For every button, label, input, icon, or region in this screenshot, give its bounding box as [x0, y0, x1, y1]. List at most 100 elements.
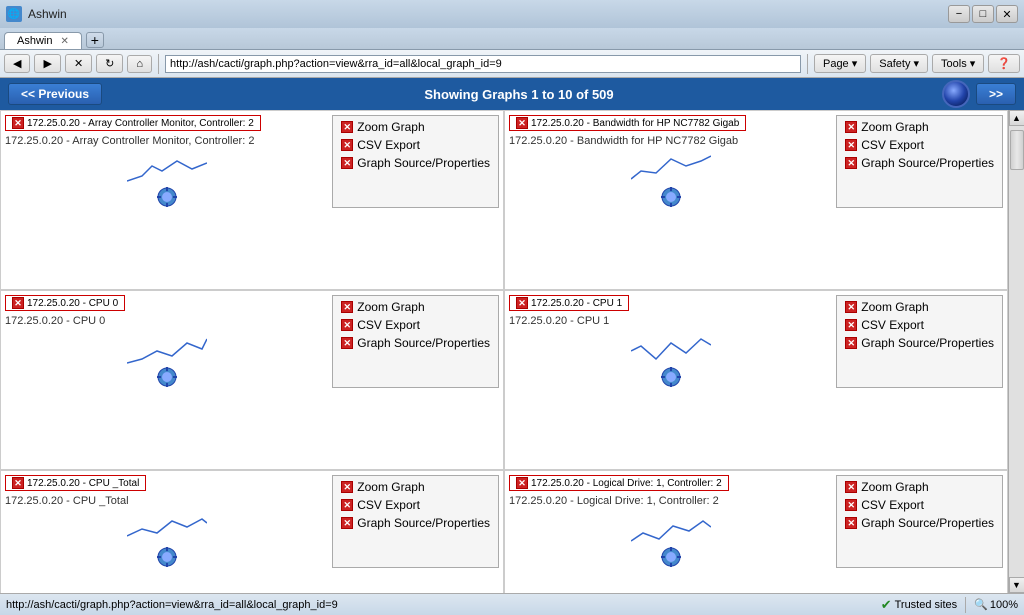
- graph-5-close[interactable]: ✕: [12, 477, 24, 489]
- scroll-down-button[interactable]: ▼: [1009, 577, 1024, 593]
- graph-5-label: 172.25.0.20 - CPU _Total: [5, 495, 328, 507]
- help-button[interactable]: ❓: [988, 54, 1020, 73]
- nav-bar: << Previous Showing Graphs 1 to 10 of 50…: [0, 78, 1024, 110]
- source-icon-1: ✕: [341, 157, 353, 169]
- graph-6-gear: [660, 546, 682, 568]
- graph-5-source[interactable]: ✕ Graph Source/Properties: [337, 514, 494, 532]
- prev-button[interactable]: << Previous: [8, 83, 102, 105]
- graph-1-title-row: ✕ 172.25.0.20 - Array Controller Monitor…: [5, 115, 328, 131]
- next-button[interactable]: >>: [976, 83, 1016, 105]
- status-separator: [965, 597, 966, 613]
- forward-button[interactable]: ▶: [34, 54, 60, 73]
- trusted-sites-label: Trusted sites: [895, 599, 958, 611]
- graph-cell-1: ✕ 172.25.0.20 - Array Controller Monitor…: [0, 110, 504, 290]
- csv-icon-4: ✕: [845, 319, 857, 331]
- toolbar-separator: [158, 54, 159, 74]
- graph-6-title-row: ✕ 172.25.0.20 - Logical Drive: 1, Contro…: [509, 475, 832, 491]
- graph-4-gear: [660, 366, 682, 388]
- source-icon-5: ✕: [341, 517, 353, 529]
- zoom-icon-4: ✕: [845, 301, 857, 313]
- scrollbar: ▲ ▼: [1008, 110, 1024, 593]
- graph-1-gear: [156, 186, 178, 208]
- graph-6-badge: ✕ 172.25.0.20 - Logical Drive: 1, Contro…: [509, 475, 729, 491]
- graph-2-badge: ✕ 172.25.0.20 - Bandwidth for HP NC7782 …: [509, 115, 746, 131]
- graph-6-csv[interactable]: ✕ CSV Export: [841, 496, 998, 514]
- graph-4-context-menu: ✕ Zoom Graph ✕ CSV Export ✕ Graph Source…: [836, 295, 1003, 388]
- graph-3-close[interactable]: ✕: [12, 297, 24, 309]
- window-controls: − □ ✕: [948, 5, 1018, 23]
- refresh-button[interactable]: ↻: [96, 54, 123, 73]
- close-button[interactable]: ✕: [996, 5, 1018, 23]
- graph-5-csv[interactable]: ✕ CSV Export: [337, 496, 494, 514]
- zoom-level: 🔍 100%: [974, 598, 1018, 611]
- graph-3-visual: [5, 331, 328, 388]
- graph-2-close[interactable]: ✕: [516, 117, 528, 129]
- graph-3-badge-label: 172.25.0.20 - CPU 0: [27, 298, 118, 309]
- active-tab[interactable]: Ashwin ✕: [4, 32, 82, 49]
- graph-1-close[interactable]: ✕: [12, 117, 24, 129]
- graph-4-source[interactable]: ✕ Graph Source/Properties: [841, 334, 998, 352]
- graph-6-close[interactable]: ✕: [516, 477, 528, 489]
- graph-3-line-chart: [127, 331, 207, 366]
- graph-1-csv[interactable]: ✕ CSV Export: [337, 136, 494, 154]
- scroll-thumb[interactable]: [1010, 130, 1024, 170]
- graph-3-label: 172.25.0.20 - CPU 0: [5, 315, 328, 327]
- graph-1-visual: [5, 151, 328, 208]
- restore-button[interactable]: □: [972, 5, 994, 23]
- graph-3-csv[interactable]: ✕ CSV Export: [337, 316, 494, 334]
- graph-2-zoom[interactable]: ✕ Zoom Graph: [841, 118, 998, 136]
- zoom-icon-6: ✕: [845, 481, 857, 493]
- source-icon-4: ✕: [845, 337, 857, 349]
- graph-5-zoom[interactable]: ✕ Zoom Graph: [337, 478, 494, 496]
- graph-5-title-row: ✕ 172.25.0.20 - CPU _Total: [5, 475, 328, 491]
- graph-6-badge-label: 172.25.0.20 - Logical Drive: 1, Controll…: [531, 478, 722, 489]
- graph-2-visual: [509, 151, 832, 208]
- graph-4-title-row: ✕ 172.25.0.20 - CPU 1: [509, 295, 832, 311]
- home-button[interactable]: ⌂: [127, 55, 152, 73]
- graph-6-label: 172.25.0.20 - Logical Drive: 1, Controll…: [509, 495, 832, 507]
- graph-3-context-menu: ✕ Zoom Graph ✕ CSV Export ✕ Graph Source…: [332, 295, 499, 388]
- window-title: Ashwin: [28, 7, 67, 21]
- minimize-button[interactable]: −: [948, 5, 970, 23]
- graph-2-gear: [660, 186, 682, 208]
- back-button[interactable]: ◀: [4, 54, 30, 73]
- status-url: http://ash/cacti/graph.php?action=view&r…: [6, 599, 873, 611]
- address-bar[interactable]: [165, 55, 801, 73]
- graph-4-badge: ✕ 172.25.0.20 - CPU 1: [509, 295, 629, 311]
- zoom-icon: 🔍: [974, 598, 988, 611]
- graph-2-context-menu: ✕ Zoom Graph ✕ CSV Export ✕ Graph Source…: [836, 115, 1003, 208]
- graph-1-source[interactable]: ✕ Graph Source/Properties: [337, 154, 494, 172]
- source-icon-2: ✕: [845, 157, 857, 169]
- tab-close-button[interactable]: ✕: [60, 36, 68, 47]
- scroll-up-button[interactable]: ▲: [1009, 110, 1024, 126]
- page-menu[interactable]: Page ▾: [814, 54, 866, 73]
- graph-4-close[interactable]: ✕: [516, 297, 528, 309]
- graph-2-csv[interactable]: ✕ CSV Export: [841, 136, 998, 154]
- graph-1-zoom[interactable]: ✕ Zoom Graph: [337, 118, 494, 136]
- graph-6-zoom[interactable]: ✕ Zoom Graph: [841, 478, 998, 496]
- graph-4-zoom[interactable]: ✕ Zoom Graph: [841, 298, 998, 316]
- csv-icon-5: ✕: [341, 499, 353, 511]
- tools-menu[interactable]: Tools ▾: [932, 54, 984, 73]
- title-bar: 🌐 Ashwin − □ ✕: [0, 0, 1024, 28]
- graph-1-badge: ✕ 172.25.0.20 - Array Controller Monitor…: [5, 115, 261, 131]
- graph-2-title-row: ✕ 172.25.0.20 - Bandwidth for HP NC7782 …: [509, 115, 832, 131]
- graph-1-line-chart: [127, 151, 207, 186]
- graph-3-zoom[interactable]: ✕ Zoom Graph: [337, 298, 494, 316]
- toolbar: ◀ ▶ ✕ ↻ ⌂ Page ▾ Safety ▾ Tools ▾ ❓: [0, 50, 1024, 78]
- graph-4-line-chart: [631, 331, 711, 366]
- graph-3-title-row: ✕ 172.25.0.20 - CPU 0: [5, 295, 328, 311]
- graph-4-label: 172.25.0.20 - CPU 1: [509, 315, 832, 327]
- graph-6-source[interactable]: ✕ Graph Source/Properties: [841, 514, 998, 532]
- graph-3-source[interactable]: ✕ Graph Source/Properties: [337, 334, 494, 352]
- graph-cell-6: ✕ 172.25.0.20 - Logical Drive: 1, Contro…: [504, 470, 1008, 593]
- graph-5-context-menu: ✕ Zoom Graph ✕ CSV Export ✕ Graph Source…: [332, 475, 499, 568]
- new-tab-button[interactable]: +: [86, 32, 104, 48]
- graph-2-source[interactable]: ✕ Graph Source/Properties: [841, 154, 998, 172]
- graph-5-line-chart: [127, 511, 207, 546]
- safety-menu[interactable]: Safety ▾: [870, 54, 928, 73]
- stop-button[interactable]: ✕: [65, 54, 92, 73]
- graph-4-csv[interactable]: ✕ CSV Export: [841, 316, 998, 334]
- graph-cell-4: ✕ 172.25.0.20 - CPU 1 172.25.0.20 - CPU …: [504, 290, 1008, 470]
- zoom-icon-2: ✕: [845, 121, 857, 133]
